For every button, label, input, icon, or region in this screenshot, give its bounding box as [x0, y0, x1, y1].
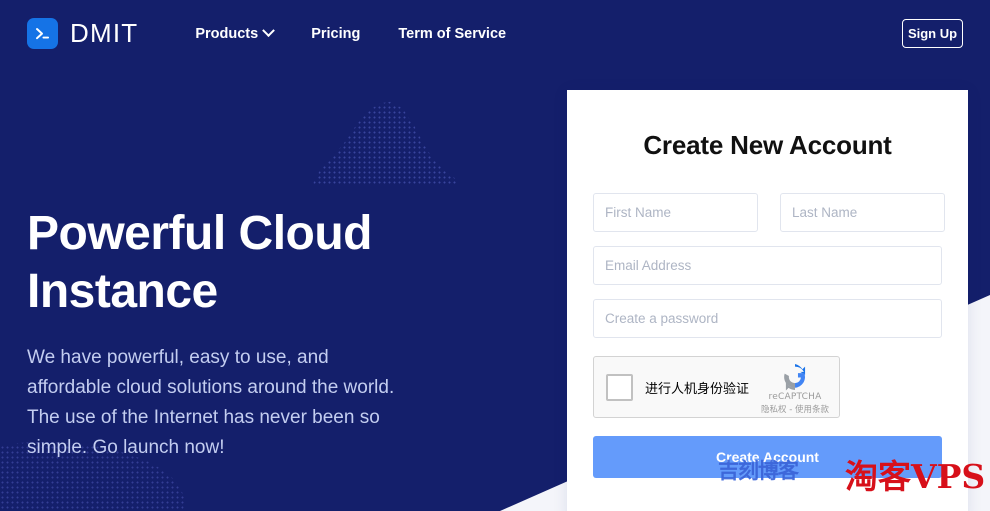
recaptcha-terms-text[interactable]: 隐私权 - 使用条款: [759, 403, 831, 415]
recaptcha-widget[interactable]: 进行人机身份验证 reCAPTCHA 隐私权 - 使用条款: [593, 356, 840, 418]
nav-links: Products Pricing Term of Service: [195, 26, 506, 42]
email-input[interactable]: [593, 246, 942, 285]
name-row: [593, 193, 942, 232]
top-navigation-bar: DMIT Products Pricing Term of Service Si…: [0, 0, 990, 67]
page-title: Powerful Cloud Instance: [27, 205, 447, 321]
last-name-input[interactable]: [780, 193, 945, 232]
chevron-down-icon: [262, 24, 275, 37]
page-root: DMIT Products Pricing Term of Service Si…: [0, 0, 990, 511]
sign-up-button[interactable]: Sign Up: [902, 19, 963, 48]
password-input[interactable]: [593, 299, 942, 338]
create-account-card: Create New Account 进行人机身份验证: [567, 90, 968, 511]
terminal-prompt-icon: [27, 18, 58, 49]
signup-form: 进行人机身份验证 reCAPTCHA 隐私权 - 使用条款 Create Acc…: [567, 193, 968, 478]
recaptcha-checkbox[interactable]: [606, 374, 633, 401]
hero-copy: Powerful Cloud Instance We have powerful…: [27, 205, 447, 463]
brand-name-text: DMIT: [70, 18, 138, 49]
hero-subtitle: We have powerful, easy to use, and affor…: [27, 343, 407, 463]
nav-item-pricing-label: Pricing: [311, 26, 360, 42]
create-account-button[interactable]: Create Account: [593, 436, 942, 478]
nav-item-products-label: Products: [195, 26, 258, 42]
card-title: Create New Account: [567, 90, 968, 161]
hero-title-line-2: Instance: [27, 265, 218, 318]
hero-title-line-1: Powerful Cloud: [27, 207, 372, 260]
recaptcha-branding: reCAPTCHA 隐私权 - 使用条款: [759, 363, 831, 415]
nav-item-term-of-service[interactable]: Term of Service: [398, 26, 506, 42]
nav-item-products[interactable]: Products: [195, 26, 273, 42]
nav-item-pricing[interactable]: Pricing: [311, 26, 360, 42]
recaptcha-arrows-icon: [781, 363, 809, 391]
nav-item-term-of-service-label: Term of Service: [398, 26, 506, 42]
brand-logo[interactable]: DMIT: [27, 18, 138, 49]
recaptcha-label: 进行人机身份验证: [645, 378, 749, 397]
first-name-input[interactable]: [593, 193, 758, 232]
recaptcha-brand-text: reCAPTCHA: [759, 392, 831, 402]
